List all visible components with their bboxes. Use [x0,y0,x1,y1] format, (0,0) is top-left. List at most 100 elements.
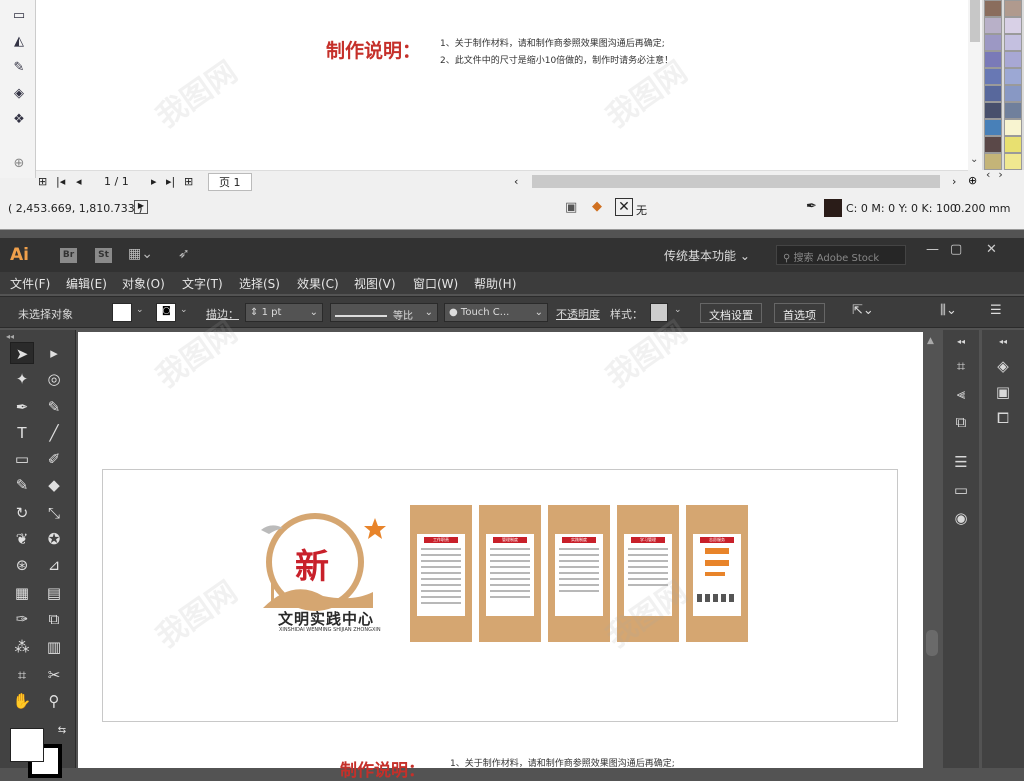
palette-swatch[interactable] [984,0,1002,17]
canvas-scroll-thumb[interactable] [926,630,938,656]
variable-width-profile[interactable]: 等比 ⌄ [330,303,438,322]
palette-swatch[interactable] [1004,136,1022,153]
direct-selection-tool-icon[interactable]: ▸ [42,342,66,364]
shaper-tool-icon[interactable]: ✎ [10,474,34,496]
palette-swatch[interactable] [984,51,1002,68]
stroke-color-swatch[interactable]: ◙ [156,303,176,322]
play-icon[interactable]: ▶ [134,200,148,214]
palette-swatch[interactable] [1004,102,1022,119]
pen-nib-icon[interactable]: ✒ [806,199,817,214]
lasso-icon[interactable]: ◎ [42,368,66,390]
tab-page-1[interactable]: 页 1 [208,173,252,191]
menu-type[interactable]: 文字(T) [182,275,223,292]
brush-definition[interactable]: ● Touch C... ⌄ [444,303,548,322]
preferences-button[interactable]: 首选项 [774,303,825,323]
gradient-panel-icon[interactable]: ▭ [950,480,972,500]
free-transform-icon[interactable]: ⊛ [10,554,34,576]
canvas-vertical-scrollbar[interactable]: ▲ [923,332,941,768]
zoom-icon[interactable]: ⊕ [968,174,977,187]
collapse-toolbox-icon[interactable]: ◂◂ [6,332,14,341]
eraser-icon[interactable]: ◆ [42,474,66,496]
palette-swatch[interactable] [984,119,1002,136]
transparency-panel-icon[interactable]: ◉ [950,508,972,528]
rotate-tool-icon[interactable]: ↻ [10,502,34,524]
paintbrush-icon[interactable]: ✐ [42,448,66,470]
type-tool-icon[interactable]: T [10,422,34,444]
align-panel-icon[interactable]: ⫷ [950,384,972,404]
paint-bucket-icon[interactable]: ◈ [9,84,29,104]
pen-tool-icon[interactable]: ✒ [10,396,34,418]
workspace-switcher[interactable]: 传统基本功能 ⌄ [664,247,750,264]
maximize-icon[interactable]: ▢ [950,242,962,257]
palette-swatch[interactable] [1004,0,1022,17]
fill-indicator[interactable] [10,728,44,762]
no-fill-icon[interactable]: ✕ [615,198,633,216]
palette-arrows[interactable]: ‹› [986,168,1011,181]
document-setup-button[interactable]: 文档设置 [700,303,762,323]
panel-menu-icon[interactable]: ☰ [990,303,1002,318]
rectangle-tool-icon[interactable]: ▭ [10,448,34,470]
transform-panel-icon[interactable]: ⌗ [950,356,972,376]
line-tool-icon[interactable]: ╱ [42,422,66,444]
last-page-icon[interactable]: ▸| [166,175,175,188]
palette-swatch[interactable] [984,68,1002,85]
eyedropper-tool-icon[interactable]: ✑ [10,608,34,630]
scroll-thumb[interactable] [970,0,980,42]
palette-swatch[interactable] [1004,17,1022,34]
palette-swatch[interactable] [984,34,1002,51]
menu-window[interactable]: 窗口(W) [413,275,458,292]
align-icon[interactable]: ⫼⌄ [940,303,957,318]
artboard-tool-icon[interactable]: ⌗ [10,664,34,686]
warp-tool-icon[interactable]: ❦ [10,528,34,550]
puppet-warp-icon[interactable]: ✪ [42,528,66,550]
curvature-tool-icon[interactable]: ✎ [42,396,66,418]
stock-badge[interactable]: St [95,248,112,263]
graphic-style-swatch[interactable] [650,303,668,322]
scale-tool-icon[interactable]: ⤡ [42,502,66,524]
fill-tool-icon[interactable]: ◭ [9,32,29,52]
swap-fill-stroke-icon[interactable]: ⇆ [50,720,74,742]
symbol-sprayer-icon[interactable]: ⁂ [10,636,34,658]
close-icon[interactable]: ✕ [986,242,997,257]
selection-tool-icon[interactable]: ➤ [10,342,34,364]
pathfinder-panel-icon[interactable]: ⧉ [950,412,972,432]
menu-effect[interactable]: 效果(C) [297,275,339,292]
menu-view[interactable]: 视图(V) [354,275,396,292]
stock-search-input[interactable]: ⚲ 搜索 Adobe Stock [776,245,906,265]
palette-swatch[interactable] [1004,34,1022,51]
document-canvas[interactable]: 新 时代 文明实践中心 XINSHIDAI WENMING SHIJIAN ZH… [78,332,923,781]
scroll-up-icon[interactable]: ▲ [927,336,934,346]
add-tool-icon[interactable]: ⊕ [9,154,29,174]
next-page-icon[interactable]: ▸ [151,175,157,188]
palette-swatch[interactable] [1004,68,1022,85]
magic-wand-icon[interactable]: ✦ [10,368,34,390]
interactive-fill-icon[interactable]: ❖ [9,110,29,130]
mesh-tool-icon[interactable]: ▦ [10,582,34,604]
slice-tool-icon[interactable]: ✂ [42,664,66,686]
prev-page-icon[interactable]: ◂ [76,175,82,188]
shape-builder-icon[interactable]: ⊿ [42,554,66,576]
palette-swatch[interactable] [1004,51,1022,68]
fill-dropdown-icon[interactable]: ⌄ [136,305,144,315]
scroll-down-icon[interactable]: ⌄ [970,154,978,165]
horizontal-scrollbar[interactable] [532,175,940,188]
hscroll-left-icon[interactable]: ‹ [514,175,518,188]
outline-color-swatch[interactable] [824,199,842,217]
page-add-icon[interactable]: ⊞ [38,175,47,188]
page-add-end-icon[interactable]: ⊞ [184,175,193,188]
object-icon[interactable]: ▣ [565,200,577,215]
bridge-badge[interactable]: Br [60,248,77,263]
stroke-panel-icon[interactable]: ☰ [950,452,972,472]
palette-swatch[interactable] [984,85,1002,102]
zoom-tool-icon[interactable]: ⚲ [42,690,66,712]
style-dropdown-icon[interactable]: ⌄ [674,305,682,315]
palette-swatch[interactable] [1004,119,1022,136]
menu-file[interactable]: 文件(F) [10,275,50,292]
minimize-icon[interactable]: — [926,242,939,257]
stroke-dropdown-icon[interactable]: ⌄ [180,305,188,315]
palette-swatch[interactable] [1004,85,1022,102]
palette-swatch[interactable] [984,136,1002,153]
gradient-tool-icon[interactable]: ▤ [42,582,66,604]
layers-panel-icon[interactable]: ◈ [992,356,1014,376]
fill-bucket-icon[interactable]: ◆ [592,199,602,214]
